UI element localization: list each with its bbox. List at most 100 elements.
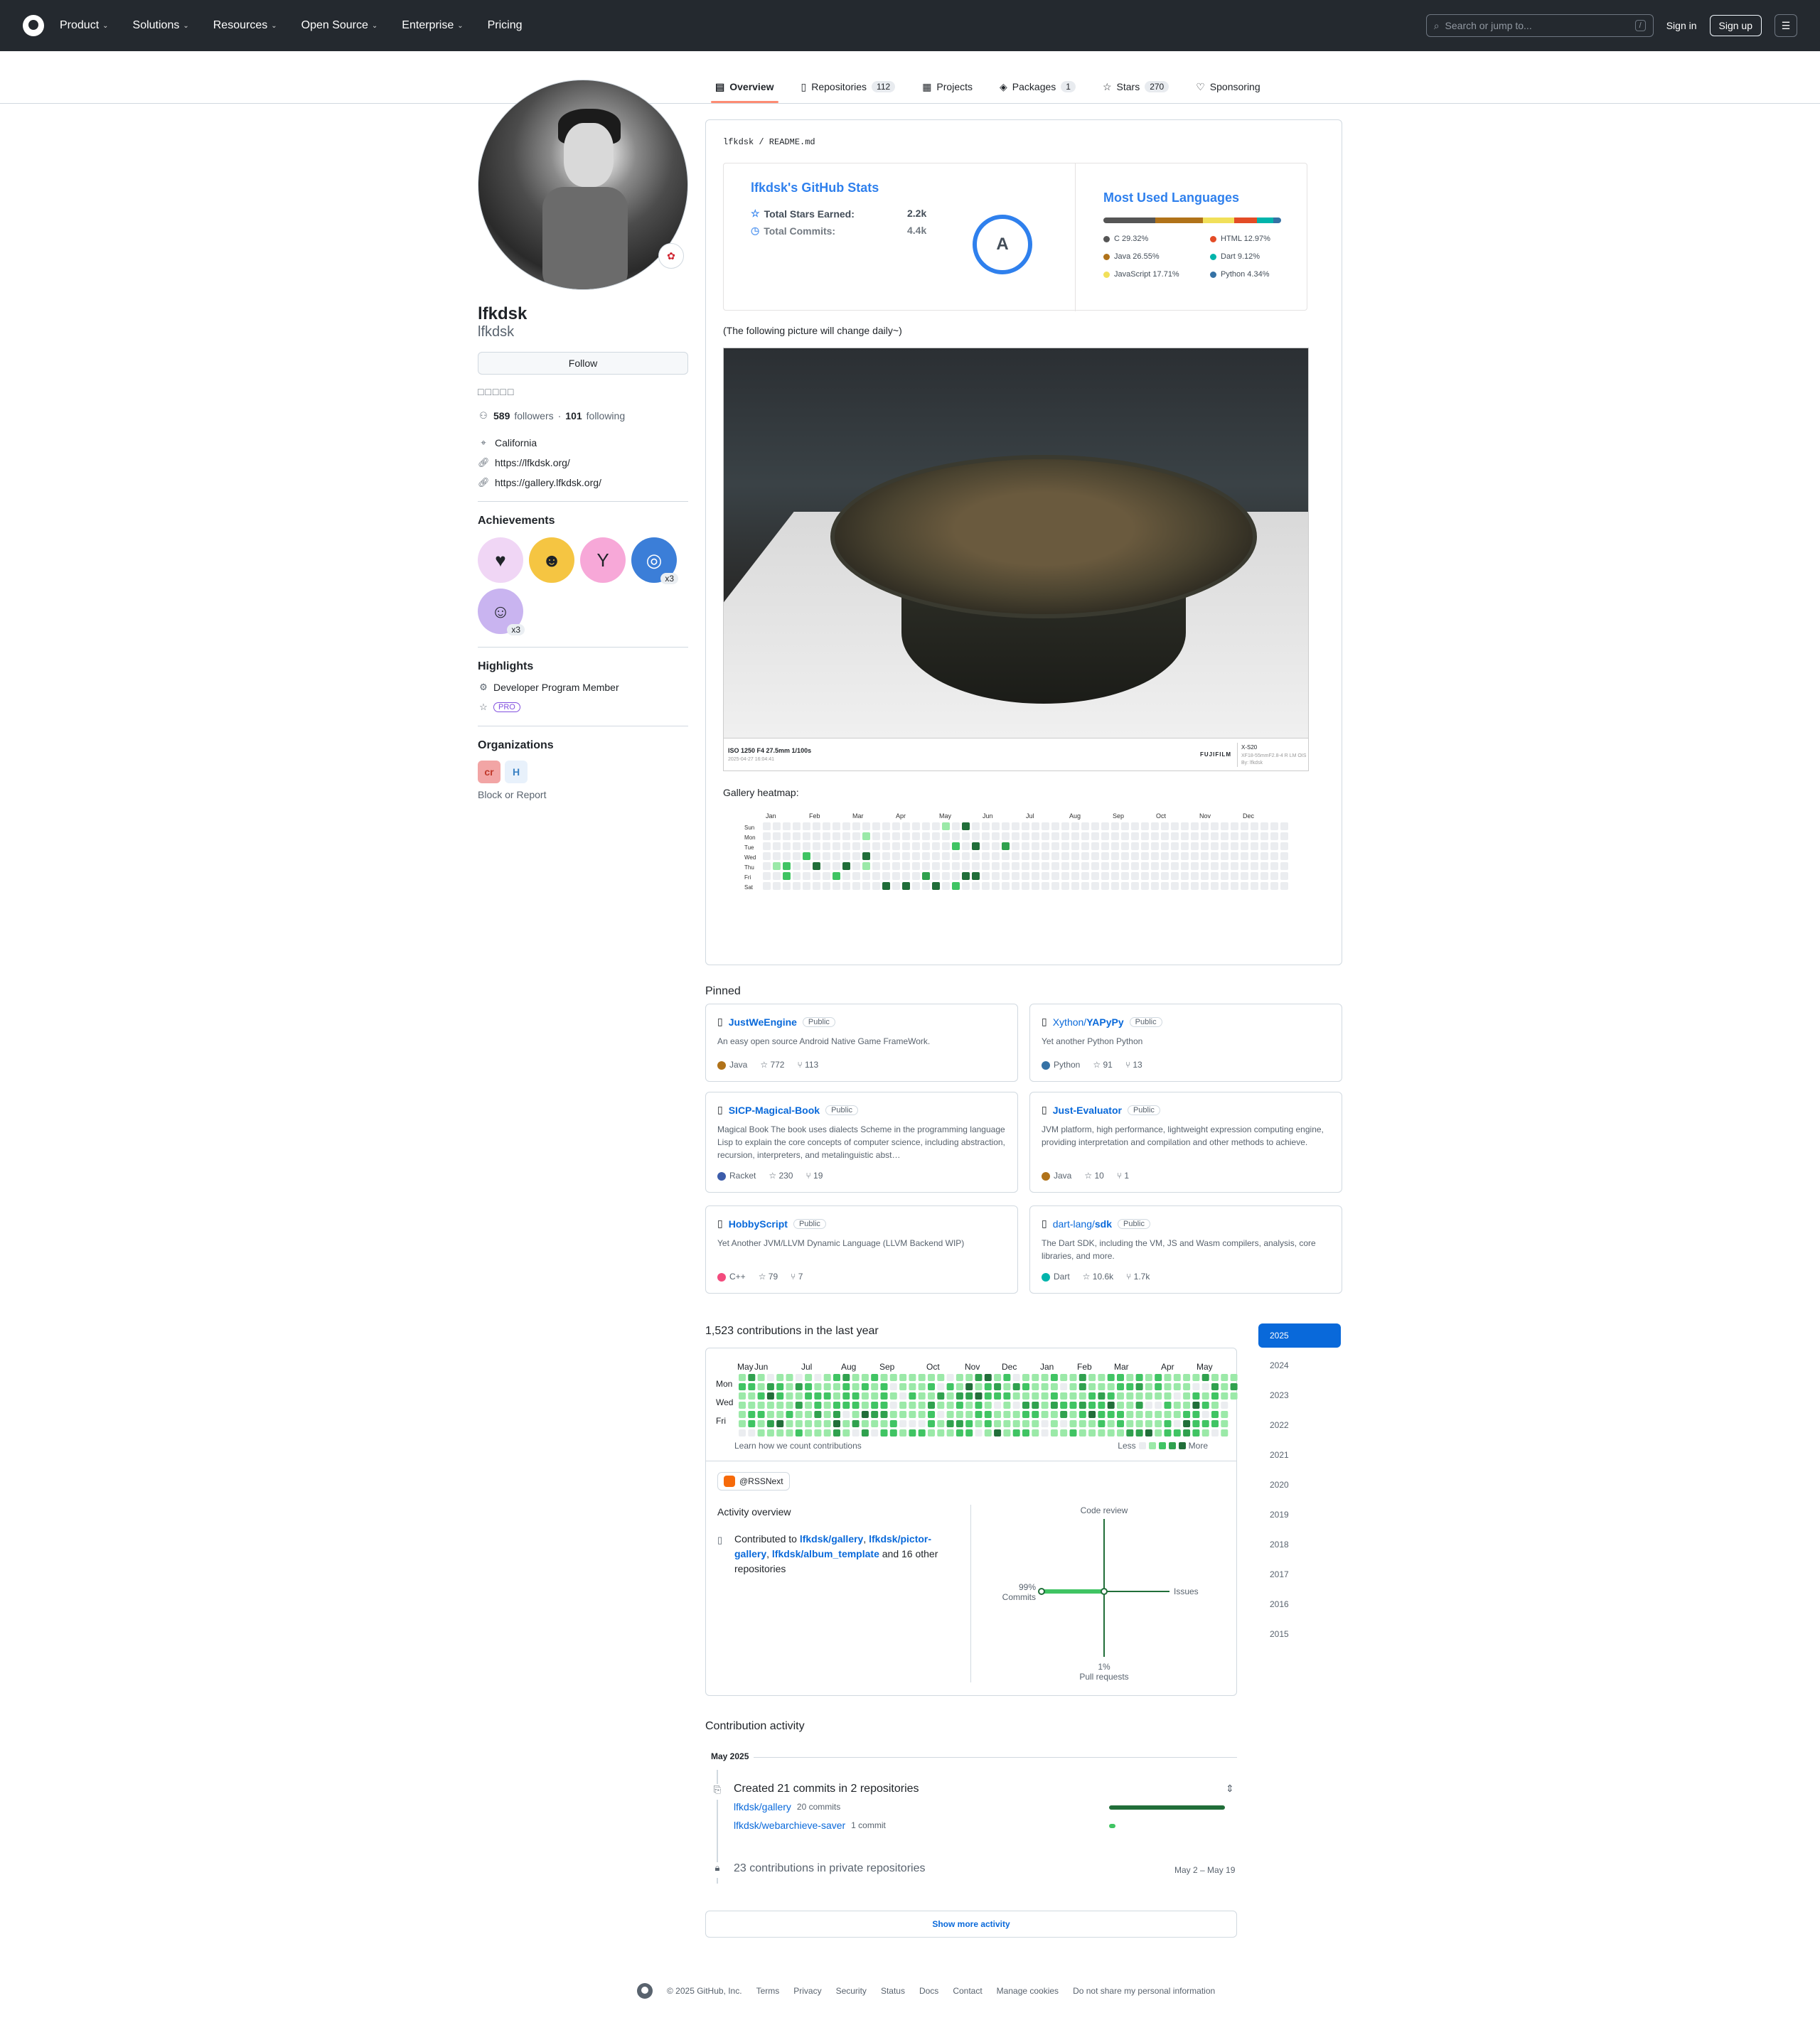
- contribution-day[interactable]: [861, 1420, 869, 1427]
- contribution-day[interactable]: [1012, 1374, 1020, 1381]
- contribution-day[interactable]: [899, 1374, 907, 1381]
- contribution-day[interactable]: [823, 1392, 831, 1400]
- contribution-day[interactable]: [739, 1411, 746, 1418]
- achievement-shark-icon[interactable]: ◎ x3: [631, 537, 678, 584]
- contribution-day[interactable]: [1107, 1383, 1115, 1390]
- contribution-day[interactable]: [975, 1411, 983, 1418]
- footer-link[interactable]: Docs: [919, 1986, 938, 1996]
- contribution-day[interactable]: [1155, 1411, 1162, 1418]
- contribution-day[interactable]: [899, 1402, 907, 1409]
- contribution-day[interactable]: [1211, 1402, 1219, 1409]
- contribution-day[interactable]: [1183, 1420, 1191, 1427]
- contribution-day[interactable]: [1078, 1374, 1086, 1381]
- contribution-day[interactable]: [1211, 1392, 1219, 1400]
- contribution-day[interactable]: [766, 1420, 774, 1427]
- contribution-day[interactable]: [1173, 1383, 1181, 1390]
- contribution-day[interactable]: [918, 1420, 926, 1427]
- contribution-day[interactable]: [805, 1374, 813, 1381]
- contribution-day[interactable]: [899, 1411, 907, 1418]
- repo-forks[interactable]: ⑂ 19: [805, 1171, 823, 1181]
- learn-contributions-link[interactable]: Learn how we count contributions: [734, 1441, 862, 1451]
- contribution-day[interactable]: [814, 1383, 822, 1390]
- contribution-day[interactable]: [994, 1420, 1002, 1427]
- contribution-day[interactable]: [748, 1420, 756, 1427]
- contribution-day[interactable]: [880, 1392, 888, 1400]
- contribution-day[interactable]: [1050, 1420, 1058, 1427]
- contribution-day[interactable]: [739, 1420, 746, 1427]
- contribution-day[interactable]: [880, 1402, 888, 1409]
- contribution-day[interactable]: [899, 1429, 907, 1436]
- contribution-day[interactable]: [766, 1411, 774, 1418]
- contribution-day[interactable]: [918, 1402, 926, 1409]
- tab-stars[interactable]: ☆ Stars 270: [1098, 71, 1173, 102]
- achievement-quickdraw-icon[interactable]: ☺ x3: [478, 589, 525, 635]
- pinned-repo-link[interactable]: Just-Evaluator: [1053, 1105, 1122, 1116]
- contribution-day[interactable]: [795, 1420, 803, 1427]
- contribution-day[interactable]: [776, 1383, 784, 1390]
- footer-link[interactable]: Privacy: [793, 1986, 821, 1996]
- contribution-day[interactable]: [1192, 1383, 1200, 1390]
- contribution-day[interactable]: [1211, 1429, 1219, 1436]
- contribution-day[interactable]: [984, 1402, 992, 1409]
- contribution-day[interactable]: [899, 1420, 907, 1427]
- contribution-day[interactable]: [1145, 1374, 1152, 1381]
- contribution-day[interactable]: [1088, 1374, 1096, 1381]
- contribution-day[interactable]: [918, 1392, 926, 1400]
- contribution-day[interactable]: [1221, 1429, 1228, 1436]
- contribution-day[interactable]: [1126, 1374, 1134, 1381]
- contribution-day[interactable]: [1032, 1411, 1039, 1418]
- contribution-day[interactable]: [1117, 1402, 1124, 1409]
- org-filter-chip[interactable]: @RSSNext: [717, 1472, 790, 1491]
- contribution-day[interactable]: [1230, 1374, 1238, 1381]
- contribution-day[interactable]: [1117, 1392, 1124, 1400]
- contribution-day[interactable]: [1201, 1402, 1209, 1409]
- contribution-day[interactable]: [1032, 1429, 1039, 1436]
- contribution-day[interactable]: [1098, 1402, 1106, 1409]
- contribution-day[interactable]: [984, 1383, 992, 1390]
- contribution-day[interactable]: [757, 1392, 765, 1400]
- search-input[interactable]: ⌕ Search or jump to... /: [1425, 14, 1654, 37]
- year-link[interactable]: 2016: [1258, 1592, 1341, 1616]
- contribution-day[interactable]: [937, 1392, 945, 1400]
- contribution-day[interactable]: [1012, 1420, 1020, 1427]
- contribution-day[interactable]: [956, 1392, 963, 1400]
- contribution-day[interactable]: [1211, 1420, 1219, 1427]
- contribution-day[interactable]: [946, 1420, 954, 1427]
- contribution-day[interactable]: [1098, 1374, 1106, 1381]
- contribution-day[interactable]: [1211, 1374, 1219, 1381]
- repo-stars[interactable]: ☆ 230: [769, 1171, 793, 1181]
- contribution-day[interactable]: [842, 1411, 850, 1418]
- pinned-repo-card[interactable]: ▯ Xython/YAPyPy Public Yet another Python P…: [1029, 1004, 1342, 1082]
- contribution-day[interactable]: [786, 1374, 793, 1381]
- contribution-day[interactable]: [1003, 1374, 1011, 1381]
- contribution-day[interactable]: [1041, 1429, 1049, 1436]
- contribution-day[interactable]: [1201, 1420, 1209, 1427]
- contribution-day[interactable]: [842, 1420, 850, 1427]
- contribution-day[interactable]: [909, 1374, 916, 1381]
- contribution-day[interactable]: [1221, 1420, 1228, 1427]
- contribution-day[interactable]: [1117, 1420, 1124, 1427]
- contribution-day[interactable]: [833, 1374, 840, 1381]
- contribution-day[interactable]: [871, 1392, 879, 1400]
- contribution-day[interactable]: [1201, 1429, 1209, 1436]
- tab-overview[interactable]: ▤ Overview: [711, 71, 778, 103]
- contribution-day[interactable]: [956, 1420, 963, 1427]
- repo-stars[interactable]: ☆ 91: [1093, 1060, 1112, 1070]
- contribution-day[interactable]: [1098, 1392, 1106, 1400]
- contribution-day[interactable]: [1060, 1374, 1068, 1381]
- contribution-day[interactable]: [805, 1383, 813, 1390]
- contribution-day[interactable]: [1022, 1392, 1029, 1400]
- contribution-day[interactable]: [984, 1374, 992, 1381]
- contribution-day[interactable]: [1221, 1383, 1228, 1390]
- contribution-day[interactable]: [766, 1374, 774, 1381]
- contribution-day[interactable]: [1201, 1392, 1209, 1400]
- contribution-day[interactable]: [965, 1374, 973, 1381]
- contribution-day[interactable]: [776, 1392, 784, 1400]
- year-link[interactable]: 2024: [1258, 1353, 1341, 1378]
- contribution-day[interactable]: [739, 1429, 746, 1436]
- developer-program-row[interactable]: ⚙ Developer Program Member: [478, 682, 688, 693]
- repo-stars[interactable]: ☆ 10: [1084, 1171, 1103, 1181]
- contribution-day[interactable]: [965, 1402, 973, 1409]
- contribution-day[interactable]: [823, 1383, 831, 1390]
- github-logo-icon[interactable]: [637, 1983, 653, 1999]
